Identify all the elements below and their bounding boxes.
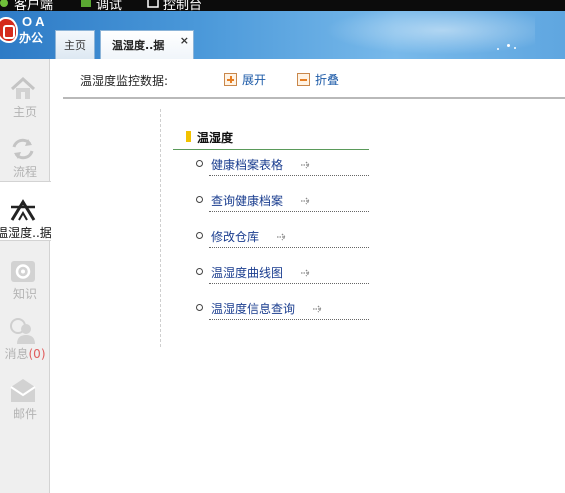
menu-item-console-label: 控制台 [163,0,203,11]
link-label[interactable]: 修改仓库 [211,228,259,245]
vertical-divider [160,109,161,347]
tent-icon [10,199,36,221]
sidebar-item-mail[interactable]: 邮件 [0,363,50,423]
sparkle-decoration [497,48,499,50]
menu-item-client-label: 客户端 [14,0,54,11]
sparkle-decoration [514,47,516,49]
logo-badge-icon [0,17,18,43]
menu-item-debug-label: 调试 [96,0,123,11]
console-icon [147,0,159,8]
close-icon[interactable]: × [180,34,189,47]
content-toolbar: 温湿度监控数据: 展开 折叠 [63,59,565,99]
sidebar-item-label: 流程 [12,165,37,179]
sidebar: 主页 流程 温湿度..据 知识 消息(0) 邮件 [0,59,52,493]
link-label[interactable]: 健康档案表格 [211,156,283,173]
menu-item-console[interactable]: 控制台 [147,0,202,11]
logo-subtext: 办公 [19,31,44,45]
plus-icon [224,72,237,86]
menu-item-client[interactable]: 客户端 [0,0,53,11]
sidebar-item-workflow[interactable]: 流程 [0,121,50,181]
expand-button[interactable]: 展开 [224,71,266,87]
link-query-health-records[interactable]: 查询健康档案 [196,192,369,212]
bullet-icon [196,232,203,239]
main-content: 温湿度监控数据: 展开 折叠 温湿度 健康档案表格 查询健康档案 修改仓库 温湿… [51,59,565,493]
debug-icon [81,0,91,7]
sidebar-item-label: 主页 [12,105,37,119]
group-title: 温湿度 [197,131,234,145]
logo-text: OA [22,14,48,29]
arrow-right-icon [301,197,310,205]
link-label[interactable]: 查询健康档案 [211,192,283,209]
workflow-icon [12,138,34,160]
bullet-icon [196,196,203,203]
minus-icon [297,72,310,86]
sidebar-item-home[interactable]: 主页 [0,61,50,121]
client-icon [0,0,8,7]
collapse-button-label: 折叠 [315,72,340,87]
sidebar-item-label: 知识 [12,287,37,301]
page-title: 温湿度监控数据: [80,74,169,88]
message-count-badge: (0) [28,347,46,361]
arrow-right-icon [301,161,310,169]
link-modify-warehouse[interactable]: 修改仓库 [196,228,369,248]
sidebar-item-label: 消息(0) [0,345,50,362]
bullet-icon [196,160,203,167]
link-label[interactable]: 温湿度曲线图 [211,264,283,281]
bullet-icon [196,304,203,311]
knowledge-icon [11,261,35,282]
home-icon [10,76,36,99]
link-temperature-humidity-chart[interactable]: 温湿度曲线图 [196,264,369,284]
arrow-right-icon [277,233,286,241]
arrow-right-icon [313,305,322,313]
collapse-button[interactable]: 折叠 [297,71,339,87]
menu-bar: 客户端 调试 控制台 [0,0,565,11]
group-marker [186,131,191,142]
tab-home-label: 主页 [64,39,86,52]
sidebar-item-label: 邮件 [12,407,37,421]
link-temperature-humidity-query[interactable]: 温湿度信息查询 [196,300,369,320]
expand-button-label: 展开 [242,72,267,87]
bullet-icon [196,268,203,275]
header-glow [305,11,535,59]
link-label[interactable]: 温湿度信息查询 [211,300,295,317]
sidebar-item-message[interactable]: 消息(0) [0,303,50,363]
link-health-records-table[interactable]: 健康档案表格 [196,156,369,176]
sidebar-item-knowledge[interactable]: 知识 [0,243,50,303]
menu-item-debug[interactable]: 调试 [80,0,122,11]
sidebar-item-label: 温湿度..据 [0,226,52,240]
tab-home[interactable]: 主页 [55,30,95,59]
arrow-right-icon [301,269,310,277]
app-logo: OA 办公 [0,13,50,53]
group-header[interactable]: 温湿度 [173,129,369,150]
sparkle-decoration [507,44,510,47]
mail-icon [10,379,36,402]
tab-temperature-humidity[interactable]: 温湿度..据 × [100,30,194,59]
sidebar-item-temperature-humidity[interactable]: 温湿度..据 [0,181,52,241]
tab-temperature-humidity-label: 温湿度..据 [112,39,165,52]
message-icon [10,318,35,344]
message-label: 消息 [4,347,29,361]
